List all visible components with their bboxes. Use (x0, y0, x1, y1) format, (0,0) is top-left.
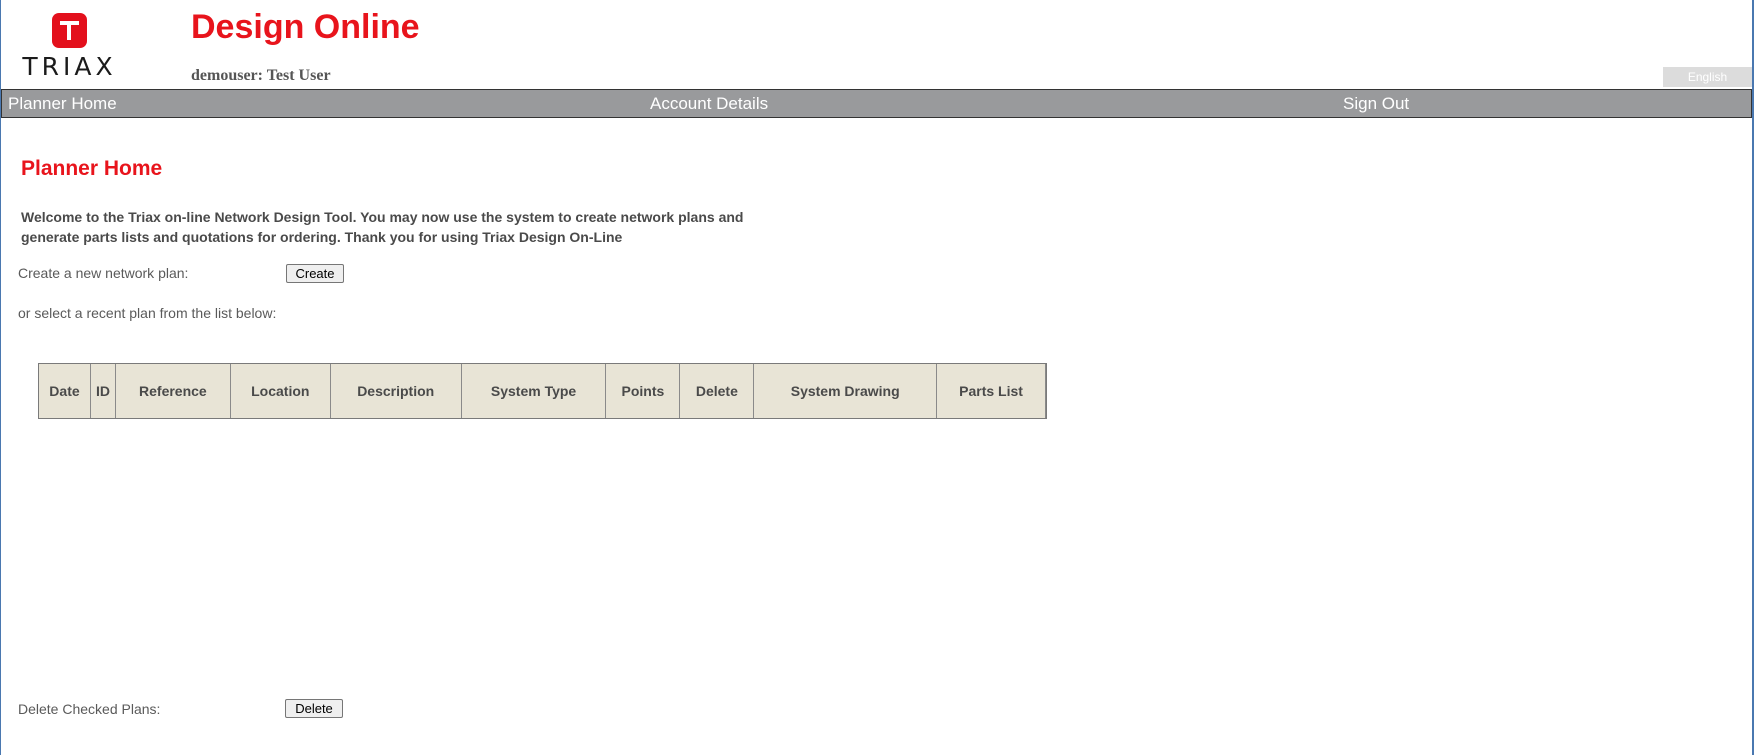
column-header-delete: Delete (679, 364, 755, 418)
column-header-date: Date (39, 364, 91, 418)
delete-button[interactable]: Delete (285, 699, 343, 718)
column-header-id: ID (90, 364, 116, 418)
create-plan-label: Create a new network plan: (18, 265, 189, 281)
nav-account-details[interactable]: Account Details (650, 94, 768, 114)
logo-wordmark: TRIAX (22, 52, 117, 81)
column-header-points: Points (605, 364, 681, 418)
triax-t-icon (52, 13, 87, 48)
create-button[interactable]: Create (286, 264, 344, 283)
app-title: Design Online (191, 8, 420, 46)
column-header-description: Description (330, 364, 462, 418)
delete-checked-label: Delete Checked Plans: (18, 701, 161, 717)
plans-table: Date ID Reference Location Description S… (38, 363, 1047, 419)
table-header-row: Date ID Reference Location Description S… (39, 364, 1046, 418)
column-header-system-type: System Type (461, 364, 607, 418)
column-header-system-drawing: System Drawing (753, 364, 938, 418)
main-nav: Planner Home Account Details Sign Out (1, 89, 1752, 118)
current-user: demouser: Test User (191, 67, 331, 84)
welcome-text: Welcome to the Triax on-line Network Des… (21, 209, 744, 245)
nav-planner-home[interactable]: Planner Home (8, 94, 117, 114)
column-header-location: Location (230, 364, 331, 418)
page-title: Planner Home (21, 157, 163, 180)
nav-sign-out[interactable]: Sign Out (1343, 94, 1409, 114)
column-header-parts-list: Parts List (936, 364, 1046, 418)
triax-logo: TRIAX (12, 12, 127, 81)
column-header-reference: Reference (115, 364, 231, 418)
language-selector[interactable]: English (1663, 67, 1752, 87)
select-plan-label: or select a recent plan from the list be… (18, 305, 277, 321)
